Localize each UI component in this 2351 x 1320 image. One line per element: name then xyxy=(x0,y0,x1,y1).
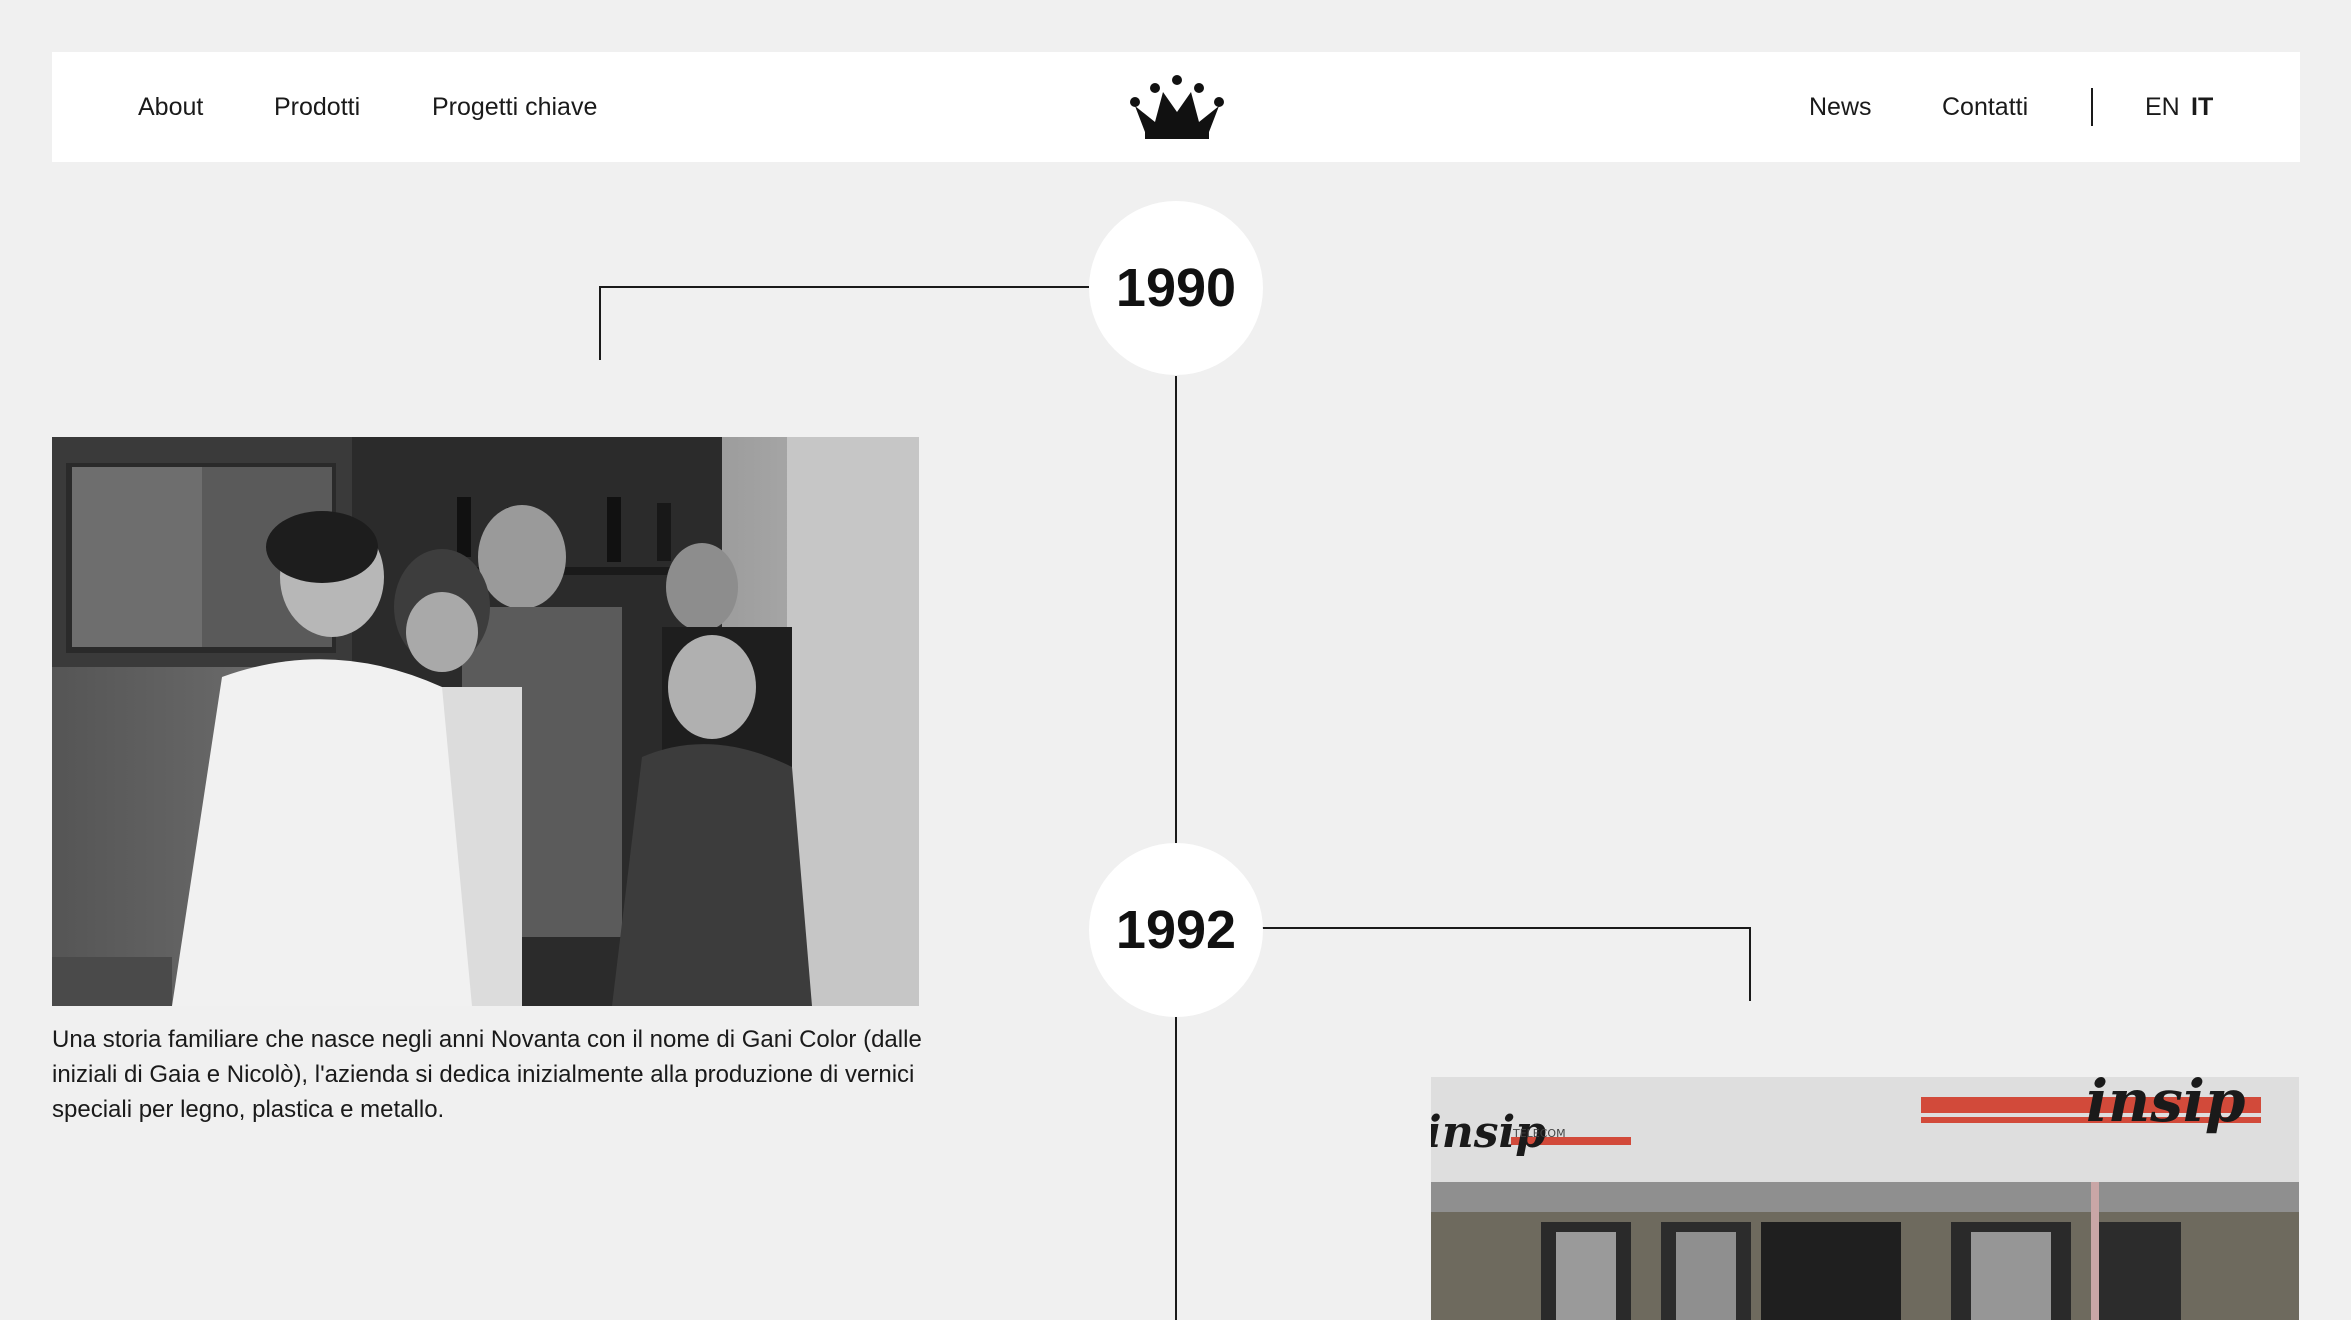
nav-progetti-chiave[interactable]: Progetti chiave xyxy=(432,52,597,162)
photo-storefront-1992: insip insip TELECOM xyxy=(1431,1077,2299,1320)
timeline-axis-lower xyxy=(1175,1016,1177,1320)
nav-prodotti[interactable]: Prodotti xyxy=(274,52,360,162)
site-header: About Prodotti Progetti chiave News Cont… xyxy=(52,52,2300,162)
connector-1992-vertical xyxy=(1749,927,1751,1001)
crown-icon[interactable] xyxy=(1129,74,1225,140)
nav-about[interactable]: About xyxy=(138,52,203,162)
year-marker-1992: 1992 xyxy=(1089,843,1263,1017)
lang-en[interactable]: EN xyxy=(2145,52,2180,162)
lang-it[interactable]: IT xyxy=(2191,52,2213,162)
sign-telecom: TELECOM xyxy=(1513,1127,1566,1140)
connector-1990-horizontal xyxy=(599,286,1089,288)
sign-lettering-main: insip xyxy=(2086,1077,2246,1135)
photo-family-1990 xyxy=(52,437,919,1006)
page: About Prodotti Progetti chiave News Cont… xyxy=(0,0,2351,1320)
timeline-caption-1990: Una storia familiare che nasce negli ann… xyxy=(52,1026,922,1123)
year-marker-1990: 1990 xyxy=(1089,201,1263,375)
timeline-axis-upper xyxy=(1175,376,1177,846)
connector-1990-vertical xyxy=(599,286,601,360)
nav-divider xyxy=(2091,88,2093,126)
nav-contatti[interactable]: Contatti xyxy=(1942,52,2028,162)
connector-1992-horizontal xyxy=(1262,927,1751,929)
nav-news[interactable]: News xyxy=(1809,52,1872,162)
